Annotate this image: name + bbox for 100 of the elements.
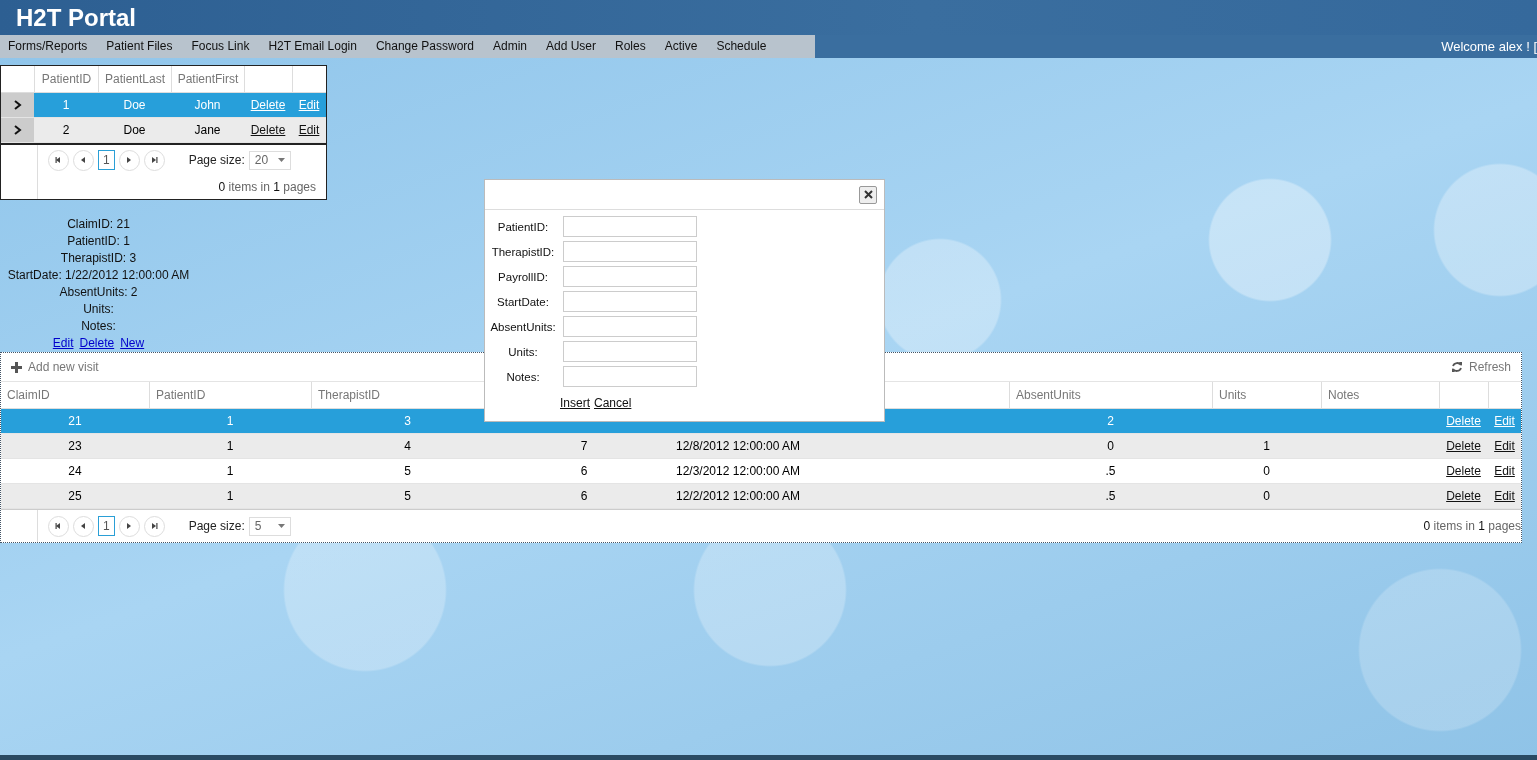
- table-cell: 2: [1107, 414, 1114, 428]
- chevron-icon[interactable]: [13, 125, 22, 135]
- column-header[interactable]: PatientFirst: [171, 66, 244, 92]
- delete-link[interactable]: Delete: [250, 123, 286, 137]
- column-header[interactable]: Notes: [1321, 382, 1439, 408]
- table-cell: 3: [404, 414, 411, 428]
- table-cell: .5: [1105, 464, 1116, 478]
- table-row[interactable]: 23 1 4 7 12/8/2012 12:00:00 AM 0 1 Delete Edit: [1, 434, 1521, 459]
- detail-line: ClaimID: 21: [67, 216, 130, 233]
- table-row[interactable]: 25 1 5 6 12/2/2012 12:00:00 AM .5 0 Delete Edit: [1, 484, 1521, 509]
- table-cell: 1: [1263, 439, 1270, 453]
- nav-link[interactable]: Add User: [538, 35, 608, 58]
- input-field[interactable]: [563, 341, 697, 362]
- nav-link[interactable]: Forms/Reports: [0, 35, 99, 58]
- detail-line: StartDate: 1/22/2012 12:00:00 AM: [7, 267, 190, 284]
- input-field[interactable]: [563, 241, 697, 262]
- table-cell: Doe: [123, 123, 146, 137]
- chevron-icon[interactable]: [13, 100, 22, 110]
- input-field[interactable]: [563, 291, 697, 312]
- column-header[interactable]: PatientID: [34, 66, 98, 92]
- nav-link[interactable]: Active: [656, 35, 709, 58]
- input-field[interactable]: [563, 366, 697, 387]
- refresh-icon: [1450, 361, 1463, 373]
- page-number[interactable]: 1: [98, 150, 115, 171]
- detail-line: Units:: [83, 301, 114, 318]
- table-cell: Jane: [194, 123, 221, 137]
- detail-link[interactable]: Edit: [52, 335, 74, 352]
- nav-link[interactable]: Patient Files: [98, 35, 184, 58]
- edit-link[interactable]: Edit: [1494, 439, 1515, 453]
- welcome-text: Welcome alex ! [: [1441, 39, 1537, 54]
- caret-icon: [277, 524, 285, 528]
- caret-icon: [277, 158, 285, 163]
- next-page-button[interactable]: [118, 149, 140, 171]
- pager-summary: 0 items in 1 pages: [1423, 519, 1521, 533]
- first-page-button[interactable]: [48, 515, 69, 537]
- nav-link[interactable]: H2T Email Login: [260, 35, 368, 58]
- app-title: H2T Portal: [16, 3, 137, 32]
- table-cell: 1: [226, 489, 234, 503]
- field-label: Notes:: [505, 370, 541, 383]
- table-cell: 2: [62, 123, 70, 137]
- close-icon: [863, 190, 873, 199]
- page-size-dropdown[interactable]: 20: [248, 150, 291, 170]
- field-label: TherapistID:: [490, 245, 556, 258]
- table-cell: 6: [580, 489, 588, 503]
- field-label: Units:: [507, 345, 539, 358]
- plus-icon: [11, 361, 22, 373]
- nav-link[interactable]: Schedule: [708, 35, 778, 58]
- close-button[interactable]: [859, 185, 877, 204]
- nav-link[interactable]: Roles: [607, 35, 657, 58]
- delete-link[interactable]: Delete: [1446, 489, 1481, 503]
- input-field[interactable]: [563, 216, 697, 237]
- nav-link[interactable]: Focus Link: [183, 35, 261, 58]
- input-field[interactable]: [563, 266, 697, 287]
- table-cell: 0: [1107, 439, 1114, 453]
- prev-page-button[interactable]: [73, 149, 94, 171]
- next-page-button[interactable]: [118, 515, 140, 537]
- detail-line: Notes:: [81, 318, 116, 335]
- table-cell: 24: [68, 464, 82, 478]
- column-header[interactable]: ClaimID: [1, 382, 149, 408]
- nav-link[interactable]: Change Password: [367, 35, 485, 58]
- column-header[interactable]: PatientID: [149, 382, 311, 408]
- column-header[interactable]: PatientLast: [98, 66, 171, 92]
- table-cell: 12/3/2012 12:00:00 AM: [676, 464, 801, 478]
- page-number[interactable]: 1: [98, 516, 115, 536]
- input-field[interactable]: [563, 316, 697, 337]
- table-cell: Doe: [123, 98, 146, 112]
- detail-line: TherapistID: 3: [60, 250, 137, 267]
- table-cell: 21: [68, 414, 82, 428]
- table-cell: 25: [68, 489, 82, 503]
- last-page-button[interactable]: [143, 149, 165, 171]
- table-row[interactable]: 2 Doe Jane Delete Edit: [1, 118, 326, 143]
- prev-page-button[interactable]: [73, 515, 94, 537]
- table-cell: 7: [580, 439, 588, 453]
- first-page-button[interactable]: [48, 149, 69, 171]
- table-cell: 5: [404, 464, 411, 478]
- table-cell: 23: [68, 439, 82, 453]
- detail-link[interactable]: Delete: [79, 335, 115, 352]
- dialog-link[interactable]: Cancel: [594, 396, 632, 410]
- dialog-link[interactable]: Insert: [560, 396, 590, 410]
- delete-link[interactable]: Delete: [1446, 464, 1481, 478]
- detail-line: AbsentUnits: 2: [59, 284, 138, 301]
- table-cell: 1: [226, 439, 234, 453]
- last-page-button[interactable]: [143, 515, 165, 537]
- nav-link[interactable]: Admin: [485, 35, 538, 58]
- delete-link[interactable]: Delete: [1446, 439, 1481, 453]
- table-cell: 4: [404, 439, 411, 453]
- column-header[interactable]: AbsentUnits: [1009, 382, 1212, 408]
- column-header[interactable]: Units: [1212, 382, 1321, 408]
- field-label: PatientID:: [496, 220, 550, 233]
- table-cell: 1: [226, 464, 234, 478]
- table-cell: 6: [580, 464, 588, 478]
- page-size-dropdown[interactable]: 5: [248, 516, 291, 536]
- add-new-visit-button[interactable]: Add new visit: [11, 360, 99, 374]
- refresh-button[interactable]: Refresh: [1450, 360, 1511, 374]
- table-cell: 0: [1263, 464, 1270, 478]
- detail-link[interactable]: New: [120, 335, 145, 352]
- skip-arrow-icon: [149, 155, 160, 166]
- edit-link[interactable]: Edit: [1494, 489, 1515, 503]
- edit-link[interactable]: Edit: [298, 123, 320, 137]
- edit-link[interactable]: Edit: [1494, 464, 1515, 478]
